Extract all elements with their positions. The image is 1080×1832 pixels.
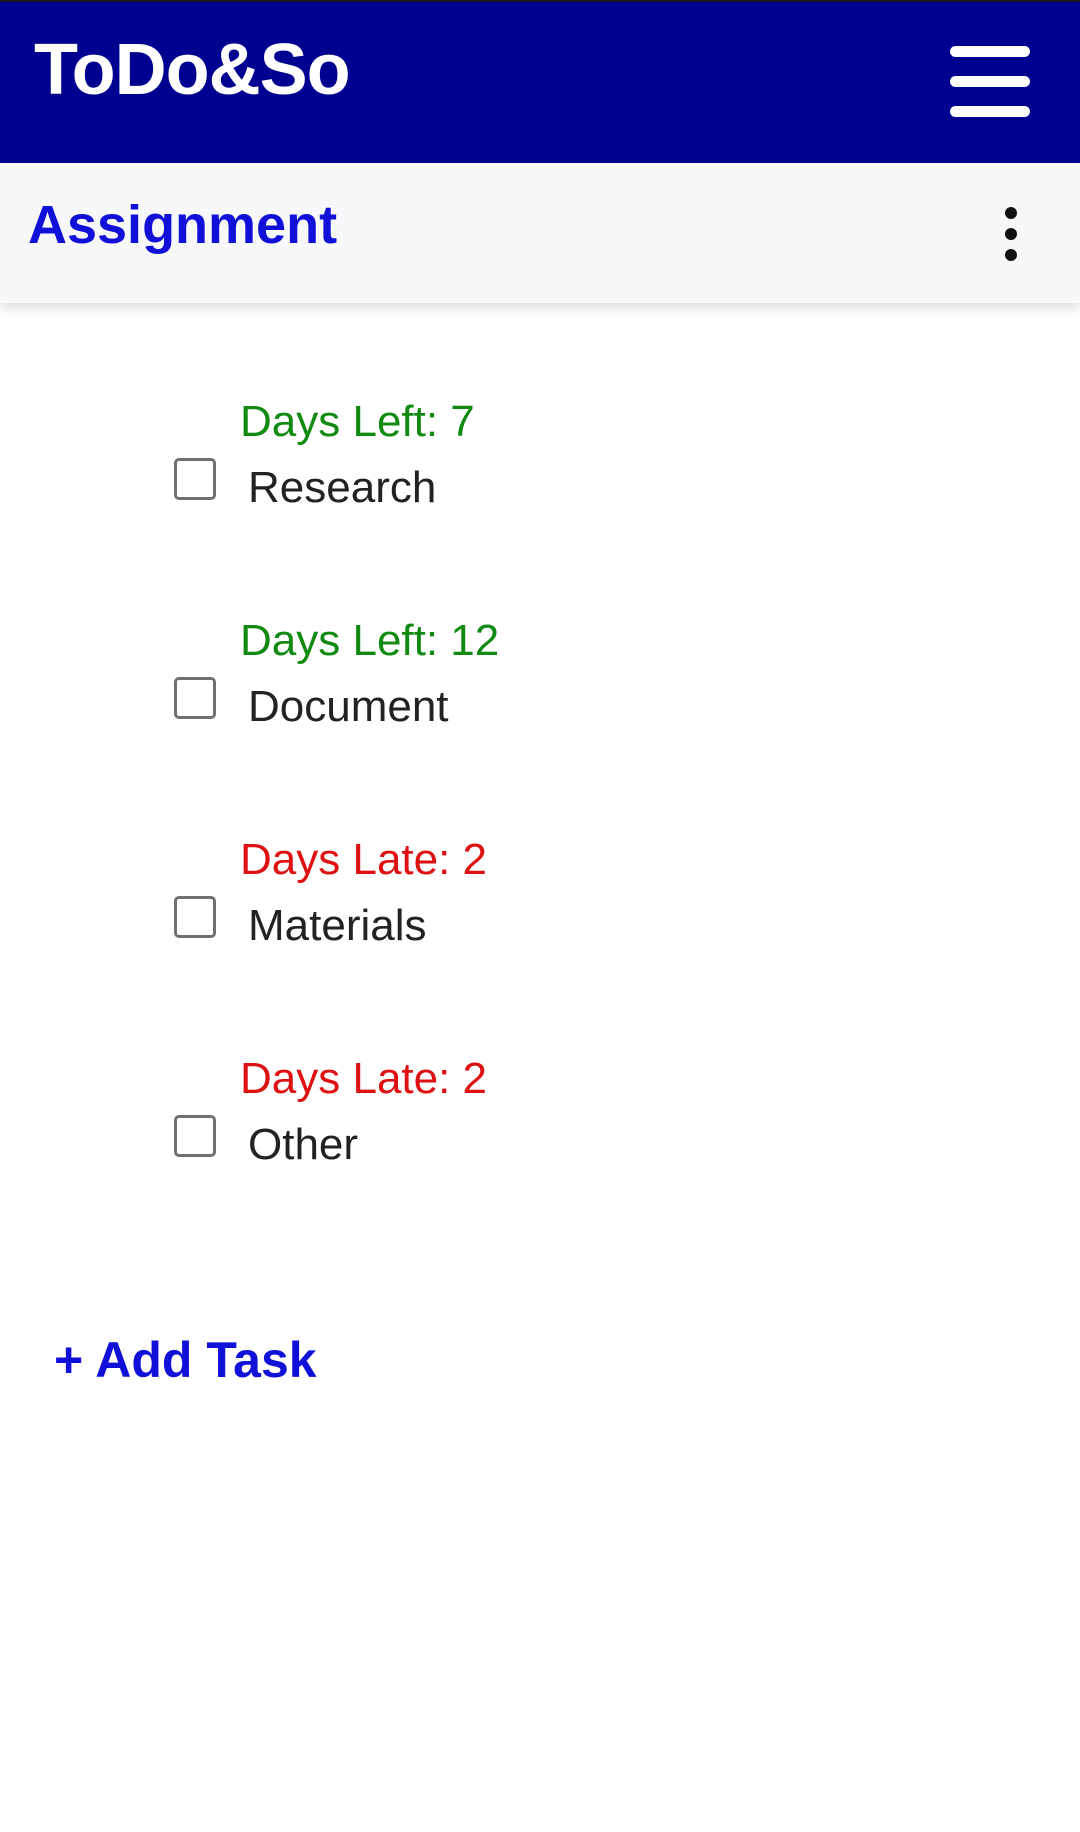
kebab-dot bbox=[1005, 207, 1017, 219]
add-task-button[interactable]: + Add Task bbox=[54, 1330, 317, 1390]
hamburger-bar bbox=[950, 106, 1030, 117]
app-title: ToDo&So bbox=[34, 30, 351, 110]
task-days-status: Days Left: 12 bbox=[240, 616, 500, 665]
task-days-status: Days Left: 7 bbox=[240, 397, 475, 446]
hamburger-menu-icon[interactable] bbox=[950, 46, 1030, 117]
list-title: Assignment bbox=[28, 195, 338, 255]
task-checkbox[interactable] bbox=[174, 458, 216, 500]
task-name: Document bbox=[248, 682, 449, 731]
task-name: Research bbox=[248, 463, 437, 512]
task-checkbox[interactable] bbox=[174, 896, 216, 938]
task-name: Materials bbox=[248, 901, 427, 950]
task-checkbox[interactable] bbox=[174, 1115, 216, 1157]
task-days-status: Days Late: 2 bbox=[240, 1054, 488, 1103]
task-item: Days Left: 7 Research bbox=[0, 396, 1080, 546]
task-item: Days Late: 2 Other bbox=[0, 1053, 1080, 1203]
task-name: Other bbox=[248, 1120, 359, 1169]
hamburger-bar bbox=[950, 46, 1030, 57]
task-checkbox[interactable] bbox=[174, 677, 216, 719]
kebab-dot bbox=[1005, 228, 1017, 240]
task-item: Days Late: 2 Materials bbox=[0, 834, 1080, 984]
task-days-status: Days Late: 2 bbox=[240, 835, 488, 884]
hamburger-bar bbox=[950, 76, 1030, 87]
list-toolbar: Assignment bbox=[0, 163, 1080, 303]
app-header: ToDo&So bbox=[0, 0, 1080, 163]
app-screen: ToDo&So Assignment Days Left: 7 Research… bbox=[0, 0, 1080, 1832]
task-item: Days Left: 12 Document bbox=[0, 615, 1080, 765]
kebab-dot bbox=[1005, 249, 1017, 261]
more-vert-icon[interactable] bbox=[996, 205, 1026, 263]
